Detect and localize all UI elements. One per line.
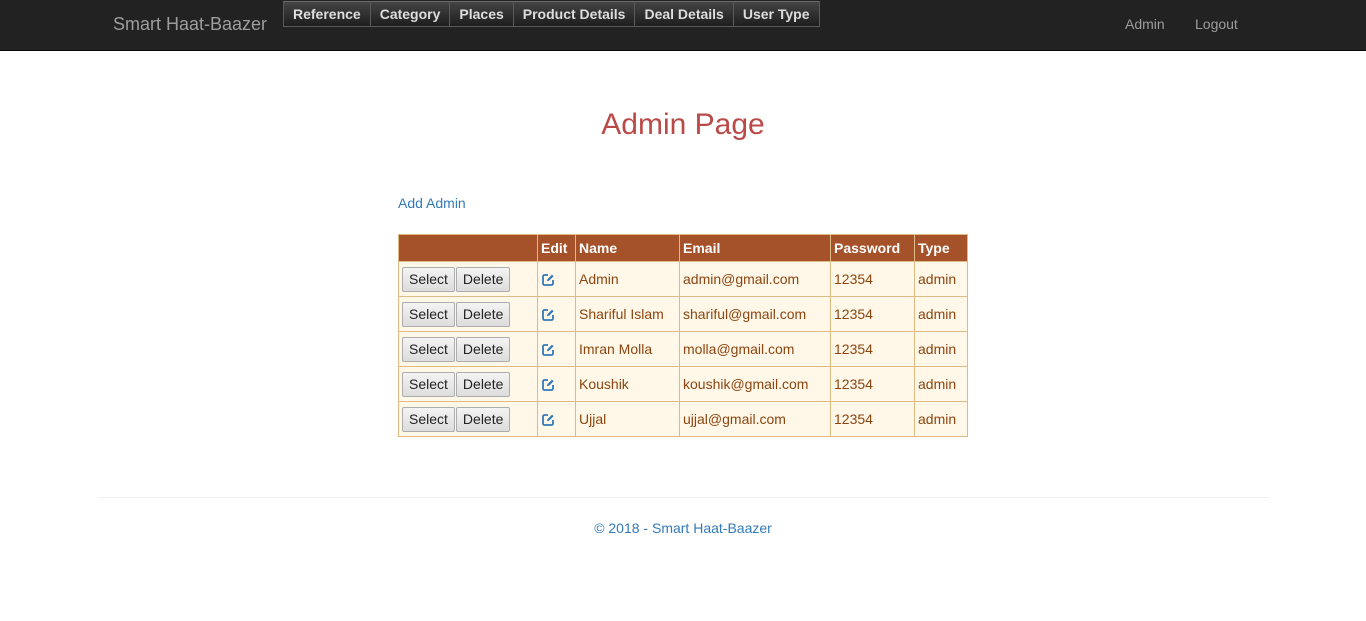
row-edit xyxy=(537,401,576,437)
delete-button[interactable]: Delete xyxy=(455,301,511,327)
admin-table: Edit Name Email Password Type Select Dele… xyxy=(398,234,968,437)
row-actions: Select Delete xyxy=(398,366,538,402)
edit-icon[interactable] xyxy=(541,343,555,357)
delete-button[interactable]: Delete xyxy=(455,406,511,432)
cell-email: molla@gmail.com xyxy=(679,331,831,367)
footer-copyright: © 2018 - Smart Haat-Baazer xyxy=(594,520,772,536)
add-admin-link[interactable]: Add Admin xyxy=(398,195,466,211)
header-edit: Edit xyxy=(537,234,576,262)
row-actions: Select Delete xyxy=(398,401,538,437)
cell-type: admin xyxy=(914,296,968,332)
cell-type: admin xyxy=(914,331,968,367)
delete-button[interactable]: Delete xyxy=(455,266,511,292)
header-actions xyxy=(398,234,538,262)
edit-icon[interactable] xyxy=(541,413,555,427)
menu-item-product-details[interactable]: Product Details xyxy=(512,1,636,27)
row-actions: Select Delete xyxy=(398,261,538,297)
brand-link[interactable]: Smart Haat-Baazer xyxy=(113,14,267,35)
select-button[interactable]: Select xyxy=(402,266,455,292)
row-edit xyxy=(537,331,576,367)
navbar: Smart Haat-Baazer Reference Category Pla… xyxy=(0,0,1366,51)
cell-email: shariful@gmail.com xyxy=(679,296,831,332)
footer-divider xyxy=(98,497,1269,498)
cell-password: 12354 xyxy=(830,261,915,297)
cell-name: Koushik xyxy=(575,366,680,402)
select-button[interactable]: Select xyxy=(402,371,455,397)
page-title: Admin Page xyxy=(601,108,765,141)
cell-name: Imran Molla xyxy=(575,331,680,367)
delete-button[interactable]: Delete xyxy=(455,371,511,397)
header-name: Name xyxy=(575,234,680,262)
row-actions: Select Delete xyxy=(398,296,538,332)
header-type: Type xyxy=(914,234,968,262)
row-edit xyxy=(537,366,576,402)
cell-email: admin@gmail.com xyxy=(679,261,831,297)
admin-link[interactable]: Admin xyxy=(1125,16,1165,32)
table-row: Select Delete Koushik koushik@gmail.com 1… xyxy=(398,366,968,402)
cell-password: 12354 xyxy=(830,331,915,367)
cell-name: Admin xyxy=(575,261,680,297)
cell-name: Shariful Islam xyxy=(575,296,680,332)
table-row: Select Delete Shariful Islam shariful@gma… xyxy=(398,296,968,332)
cell-password: 12354 xyxy=(830,366,915,402)
menu-item-places[interactable]: Places xyxy=(449,1,514,27)
menu-item-category[interactable]: Category xyxy=(369,1,451,27)
edit-icon[interactable] xyxy=(541,308,555,322)
cell-type: admin xyxy=(914,366,968,402)
row-edit xyxy=(537,261,576,297)
table-header-row: Edit Name Email Password Type xyxy=(398,234,968,262)
edit-icon[interactable] xyxy=(541,378,555,392)
edit-icon[interactable] xyxy=(541,273,555,287)
menu-item-deal-details[interactable]: Deal Details xyxy=(634,1,734,27)
menu-item-reference[interactable]: Reference xyxy=(283,1,371,27)
delete-button[interactable]: Delete xyxy=(455,336,511,362)
cell-email: ujjal@gmail.com xyxy=(679,401,831,437)
logout-link[interactable]: Logout xyxy=(1195,16,1238,32)
header-email: Email xyxy=(679,234,831,262)
header-password: Password xyxy=(830,234,915,262)
cell-password: 12354 xyxy=(830,296,915,332)
select-button[interactable]: Select xyxy=(402,301,455,327)
table-row: Select Delete Admin admin@gmail.com 12354… xyxy=(398,261,968,297)
cell-type: admin xyxy=(914,261,968,297)
table-row: Select Delete Ujjal ujjal@gmail.com 12354… xyxy=(398,401,968,437)
menu-item-user-type[interactable]: User Type xyxy=(732,1,820,27)
main-menu: Reference Category Places Product Detail… xyxy=(283,1,820,27)
cell-type: admin xyxy=(914,401,968,437)
select-button[interactable]: Select xyxy=(402,336,455,362)
cell-email: koushik@gmail.com xyxy=(679,366,831,402)
row-actions: Select Delete xyxy=(398,331,538,367)
cell-password: 12354 xyxy=(830,401,915,437)
table-row: Select Delete Imran Molla molla@gmail.com… xyxy=(398,331,968,367)
select-button[interactable]: Select xyxy=(402,406,455,432)
row-edit xyxy=(537,296,576,332)
cell-name: Ujjal xyxy=(575,401,680,437)
